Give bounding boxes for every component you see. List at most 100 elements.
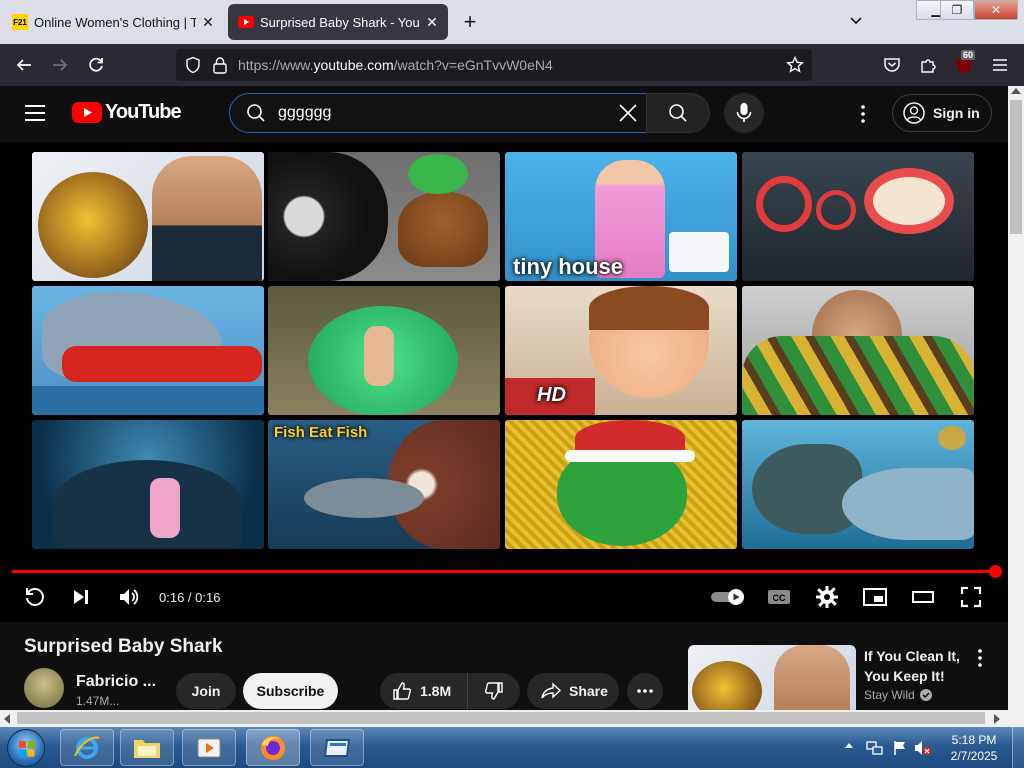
join-button[interactable]: Join <box>176 673 236 709</box>
settings-gear-icon[interactable] <box>812 582 842 612</box>
endscreen-video-10[interactable]: Fish Eat Fish <box>268 420 500 549</box>
app-window-taskbar-icon[interactable] <box>310 729 364 766</box>
dislike-button[interactable] <box>468 673 520 709</box>
endscreen-video-2[interactable] <box>268 152 500 281</box>
channel-name[interactable]: Fabricio ... <box>76 673 156 691</box>
firefox-taskbar-icon[interactable] <box>246 729 300 766</box>
network-icon[interactable] <box>866 740 884 756</box>
like-count: 1.8M <box>420 683 452 699</box>
recommended-channel: Stay Wild <box>864 688 932 702</box>
youtube-logo[interactable]: YouTube <box>72 101 182 124</box>
autoplay-toggle-icon[interactable] <box>710 582 746 612</box>
share-button[interactable]: Share <box>527 673 619 709</box>
scroll-up-arrow-icon[interactable] <box>1011 88 1021 94</box>
guide-menu-icon[interactable] <box>24 104 46 122</box>
shield-icon[interactable] <box>184 56 202 74</box>
channel-avatar[interactable] <box>24 668 64 708</box>
action-center-flag-icon[interactable] <box>892 740 908 756</box>
endscreen-video-6[interactable] <box>268 286 500 415</box>
voice-search-button[interactable] <box>724 93 764 133</box>
endscreen-video-12[interactable] <box>742 420 974 549</box>
sign-in-button[interactable]: Sign in <box>892 94 992 132</box>
recommended-video-title[interactable]: If You Clean It, You Keep It! <box>864 646 960 686</box>
endscreen-video-9[interactable] <box>32 420 264 549</box>
thumbs-down-icon <box>485 682 503 700</box>
thumbnail-image <box>816 190 856 230</box>
subscribe-button[interactable]: Subscribe <box>243 673 338 709</box>
miniplayer-icon[interactable] <box>860 582 890 612</box>
tab-label: Surprised Baby Shark - YouTube <box>260 14 420 30</box>
thumbnail-image <box>152 156 262 281</box>
more-options-icon[interactable] <box>858 104 868 124</box>
fullscreen-icon[interactable] <box>956 582 986 612</box>
search-input[interactable]: gggggg <box>278 104 618 122</box>
endscreen-video-4[interactable] <box>742 152 974 281</box>
browser-toolbar: https://www.youtube.com/watch?v=eGnTvvW0… <box>0 44 1024 86</box>
sign-in-label: Sign in <box>933 105 980 121</box>
lock-icon[interactable] <box>212 56 228 74</box>
restore-window-button[interactable]: ❐ <box>940 0 974 20</box>
file-explorer-taskbar-icon[interactable] <box>120 729 174 766</box>
endscreen-video-3[interactable]: tiny house <box>505 152 737 281</box>
scroll-right-arrow-icon[interactable] <box>994 714 1000 724</box>
recommended-channel-name: Stay Wild <box>864 688 915 702</box>
search-box[interactable]: gggggg <box>229 93 647 133</box>
recommended-title-line-2: You Keep It! <box>864 668 945 684</box>
clock-time[interactable]: 5:18 PM <box>944 733 1004 747</box>
bookmark-star-icon[interactable] <box>786 56 804 74</box>
replay-icon[interactable] <box>20 582 50 612</box>
volume-icon[interactable] <box>114 582 144 612</box>
endscreen-video-7[interactable]: HD <box>505 286 737 415</box>
internet-explorer-taskbar-icon[interactable] <box>60 729 114 766</box>
tab-forever21[interactable]: F21 Online Women's Clothing | Tren ✕ <box>2 4 224 40</box>
vertical-scrollbar[interactable] <box>1008 86 1024 712</box>
tab-youtube[interactable]: Surprised Baby Shark - YouTube ✕ <box>228 4 448 40</box>
back-arrow-icon[interactable] <box>8 49 40 81</box>
theater-mode-icon[interactable] <box>908 582 938 612</box>
new-tab-icon[interactable]: + <box>458 10 482 34</box>
endscreen-video-1[interactable] <box>32 152 264 281</box>
close-window-button[interactable]: ✕ <box>974 0 1018 20</box>
clock-date[interactable]: 2/7/2025 <box>944 749 1004 763</box>
captions-icon[interactable]: CC <box>764 582 794 612</box>
reload-icon[interactable] <box>80 49 112 81</box>
thumbnail-image <box>408 154 468 194</box>
thumbnail-image <box>62 346 262 382</box>
endscreen-video-11[interactable] <box>505 420 737 549</box>
ublock-extension-icon[interactable]: 60 <box>948 49 980 81</box>
youtube-favicon-icon <box>238 14 254 30</box>
volume-muted-icon[interactable] <box>914 740 932 756</box>
scrollbar-thumb[interactable] <box>1010 100 1022 234</box>
address-bar[interactable]: https://www.youtube.com/watch?v=eGnTvvW0… <box>176 49 812 81</box>
recommended-more-options-icon[interactable] <box>975 648 985 668</box>
close-tab-icon[interactable]: ✕ <box>196 10 220 34</box>
next-video-icon[interactable] <box>66 582 96 612</box>
progress-bar[interactable] <box>12 570 996 573</box>
thumbnail-caption: Fish Eat Fish <box>274 424 368 441</box>
thumbnail-image <box>842 468 974 540</box>
recommended-video-thumbnail[interactable] <box>688 645 856 710</box>
hamburger-menu-icon[interactable] <box>984 49 1016 81</box>
search-icon <box>246 103 266 123</box>
search-button[interactable] <box>646 93 710 133</box>
start-orb-icon[interactable] <box>7 729 45 767</box>
scrollbar-thumb[interactable] <box>17 712 985 724</box>
tab-list-chevron-icon[interactable] <box>848 12 864 28</box>
extensions-puzzle-icon[interactable] <box>912 49 944 81</box>
media-player-taskbar-icon[interactable] <box>182 729 236 766</box>
endscreen-video-8[interactable] <box>742 286 974 415</box>
scroll-left-arrow-icon[interactable] <box>4 714 10 724</box>
like-button[interactable]: 1.8M <box>380 673 468 709</box>
pocket-icon[interactable] <box>876 49 908 81</box>
close-tab-icon[interactable]: ✕ <box>420 10 444 34</box>
clear-search-icon[interactable] <box>618 103 638 123</box>
show-hidden-icons-chevron-icon[interactable] <box>845 743 853 748</box>
url-text[interactable]: https://www.youtube.com/watch?v=eGnTvvW0… <box>238 57 553 73</box>
forward-arrow-icon[interactable] <box>44 49 76 81</box>
show-desktop-button[interactable] <box>1012 727 1024 768</box>
more-actions-button[interactable] <box>627 673 663 709</box>
horizontal-scrollbar[interactable] <box>0 710 1008 727</box>
account-icon <box>903 102 925 124</box>
progress-scrubber-handle[interactable] <box>989 565 1002 578</box>
endscreen-video-5[interactable] <box>32 286 264 415</box>
